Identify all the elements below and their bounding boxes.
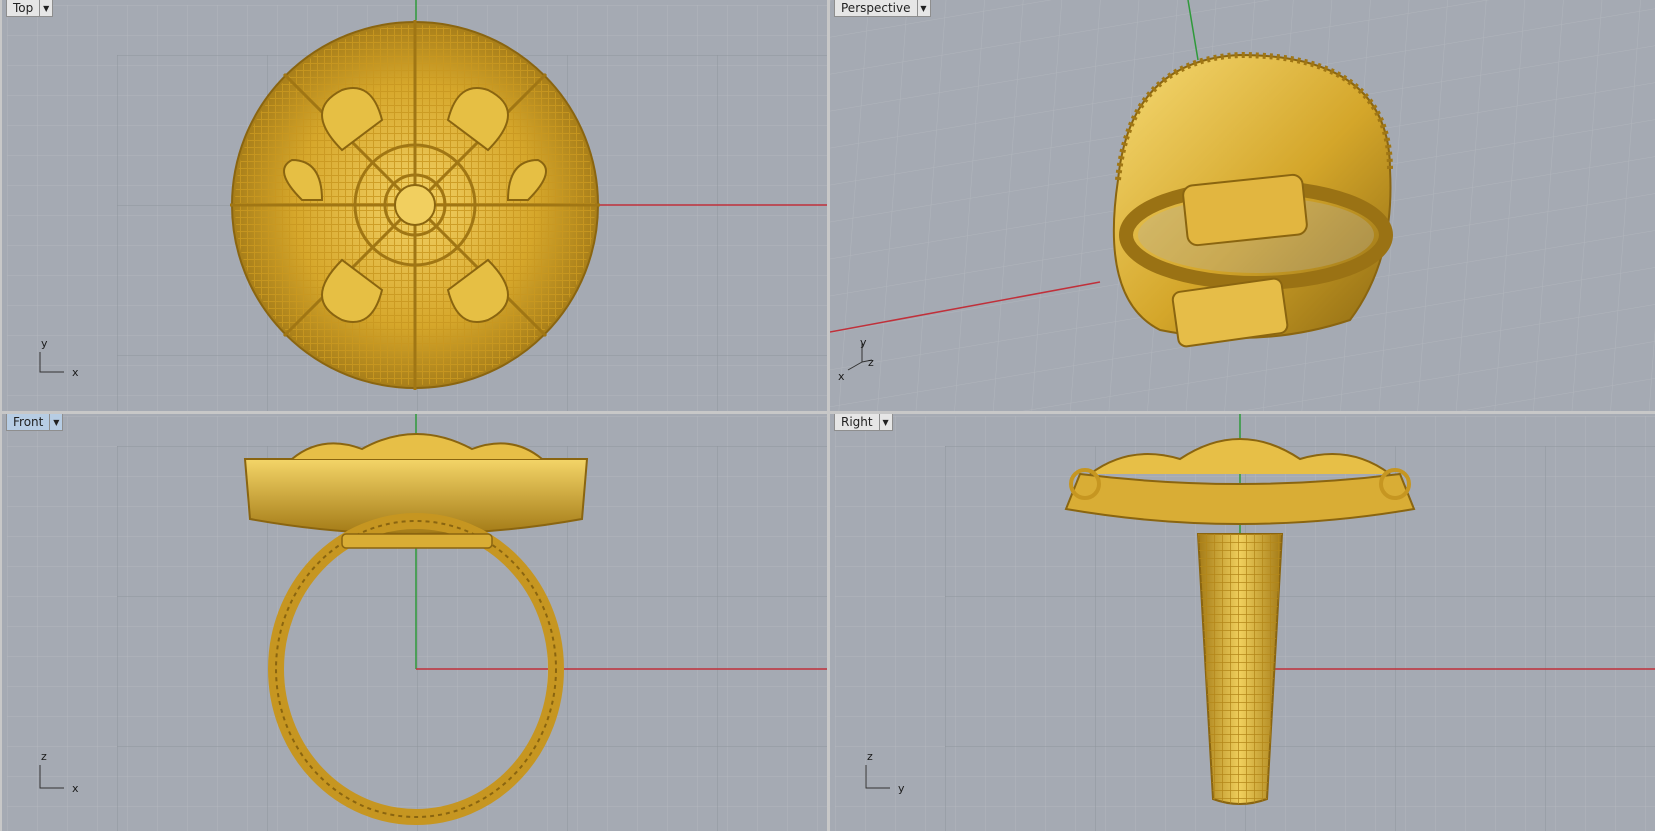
viewport-layout: Top ▼ y x Perspective ▼ y z x Front ▼ z … xyxy=(0,0,1655,831)
viewport-right[interactable]: Right ▼ z y xyxy=(830,414,1655,831)
chevron-down-icon[interactable]: ▼ xyxy=(49,414,62,430)
viewport-top[interactable]: Top ▼ y x xyxy=(2,0,827,411)
viewport-title: Front xyxy=(13,415,44,429)
axis-label-y: y xyxy=(41,337,48,350)
axis-label-z: z xyxy=(868,356,874,369)
viewport-label-top[interactable]: Top ▼ xyxy=(6,0,54,17)
viewport-title: Right xyxy=(841,415,873,429)
viewport-label-right[interactable]: Right ▼ xyxy=(834,414,893,431)
chevron-down-icon[interactable]: ▼ xyxy=(878,414,892,430)
viewport-label-front[interactable]: Front ▼ xyxy=(6,414,64,431)
viewport-label-perspective[interactable]: Perspective ▼ xyxy=(834,0,931,17)
top-view-scene xyxy=(2,0,827,411)
axis-label-x: x xyxy=(838,370,845,383)
ring-perspective-model xyxy=(1112,51,1393,348)
ring-top-model xyxy=(230,20,600,390)
chevron-down-icon[interactable]: ▼ xyxy=(39,0,52,16)
axis-label-z: z xyxy=(41,750,47,763)
viewport-title: Top xyxy=(13,1,34,15)
front-view-scene xyxy=(2,414,827,831)
axis-label-y: y xyxy=(898,782,905,795)
axis-label-x: x xyxy=(72,782,79,795)
right-view-scene xyxy=(830,414,1655,831)
chevron-down-icon[interactable]: ▼ xyxy=(916,0,930,16)
axis-label-x: x xyxy=(72,366,79,379)
viewport-front[interactable]: Front ▼ z x xyxy=(2,414,827,831)
axis-label-y: y xyxy=(860,336,867,349)
perspective-view-scene xyxy=(830,0,1655,411)
viewport-perspective[interactable]: Perspective ▼ y z x xyxy=(830,0,1655,411)
axis-label-z: z xyxy=(867,750,873,763)
viewport-title: Perspective xyxy=(841,1,911,15)
